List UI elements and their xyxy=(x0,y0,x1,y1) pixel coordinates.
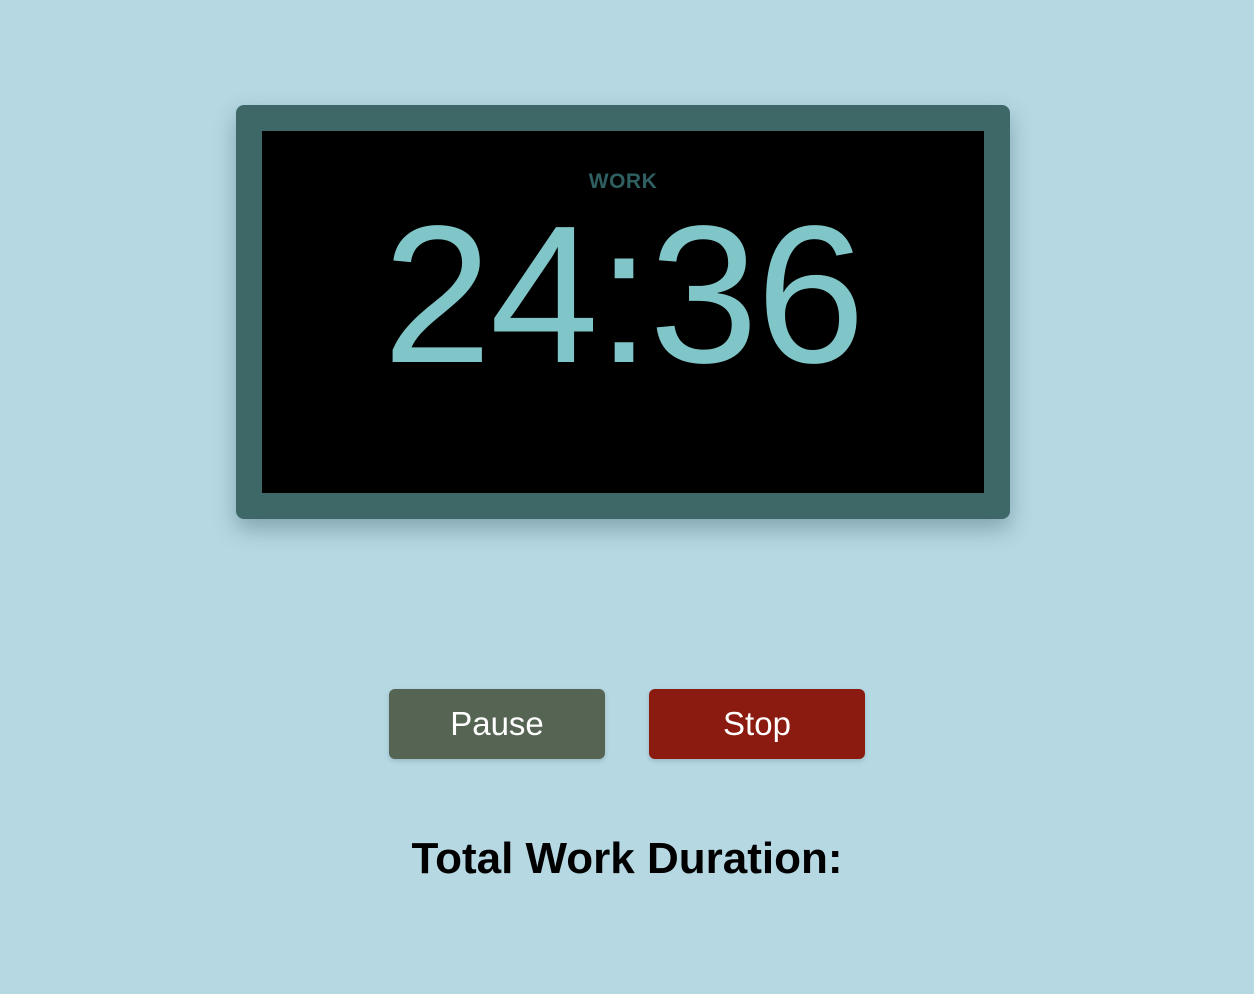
pause-button[interactable]: Pause xyxy=(389,689,605,759)
timer-frame: WORK 24:36 xyxy=(236,105,1010,519)
pomodoro-page: WORK 24:36 Pause Stop Total Work Duratio… xyxy=(0,0,1254,994)
timer-time-display: 24:36 xyxy=(382,185,865,404)
timer-controls: Pause Stop xyxy=(0,689,1254,759)
stop-button[interactable]: Stop xyxy=(649,689,865,759)
timer-screen: WORK 24:36 xyxy=(262,131,984,493)
total-work-duration-label: Total Work Duration: xyxy=(411,834,843,883)
